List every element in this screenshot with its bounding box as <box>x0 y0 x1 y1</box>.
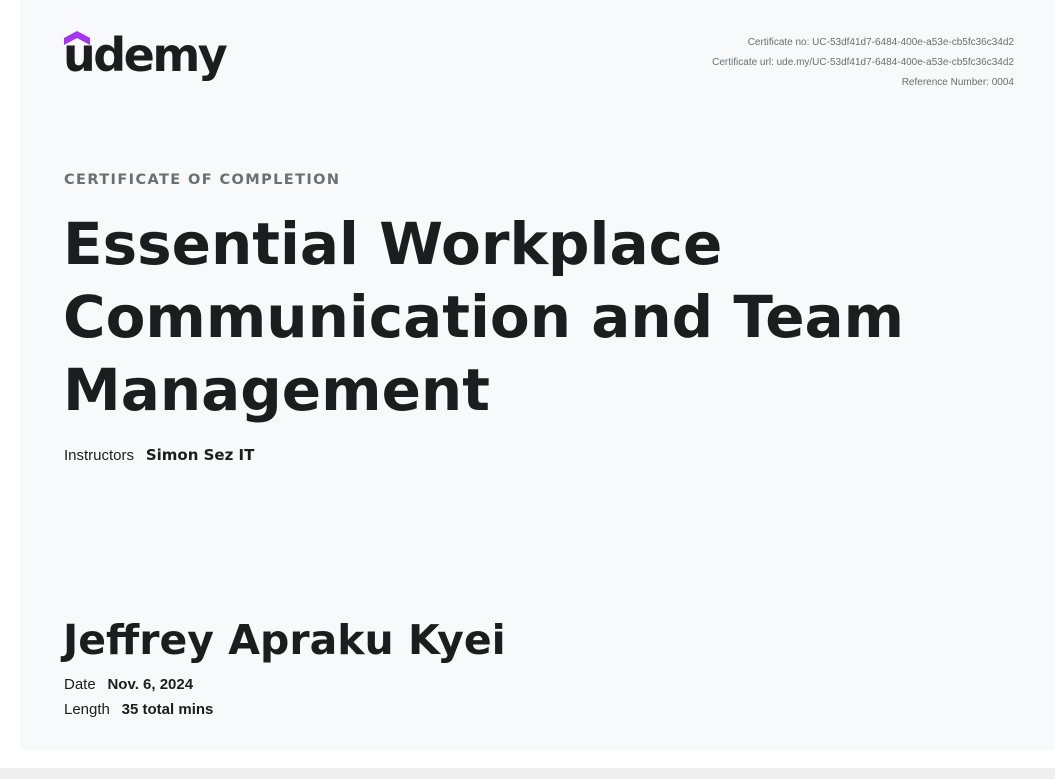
date-row: Date Nov. 6, 2024 <box>64 675 193 693</box>
date-label: Date <box>64 676 96 693</box>
length-row: Length 35 total mins <box>64 700 213 718</box>
page-bottom-strip <box>0 768 1055 779</box>
instructors-label: Instructors <box>64 447 135 464</box>
certificate-number: Certificate no: UC-53df41d7-6484-400e-a5… <box>747 37 1014 48</box>
reference-number: Reference Number: 0004 <box>901 77 1014 88</box>
udemy-wordmark: udemy <box>63 28 228 82</box>
certificate-panel: udemy Certificate no: UC-53df41d7-6484-4… <box>20 0 1055 750</box>
udemy-logo: udemy <box>63 28 243 98</box>
instructors-row: Instructors Simon Sez IT <box>64 446 254 464</box>
date-value: Nov. 6, 2024 <box>107 676 194 693</box>
course-title: Essential Workplace Communication and Te… <box>63 210 905 424</box>
instructors-value: Simon Sez IT <box>145 446 255 464</box>
length-value: 35 total mins <box>121 701 214 718</box>
certificate-url: Certificate url: ude.my/UC-53df41d7-6484… <box>712 57 1014 68</box>
recipient-name: Jeffrey Apraku Kyei <box>63 616 506 664</box>
length-label: Length <box>64 701 110 718</box>
certificate-meta: Certificate no: UC-53df41d7-6484-400e-a5… <box>712 33 1014 93</box>
certificate-label: CERTIFICATE OF COMPLETION <box>64 172 341 188</box>
